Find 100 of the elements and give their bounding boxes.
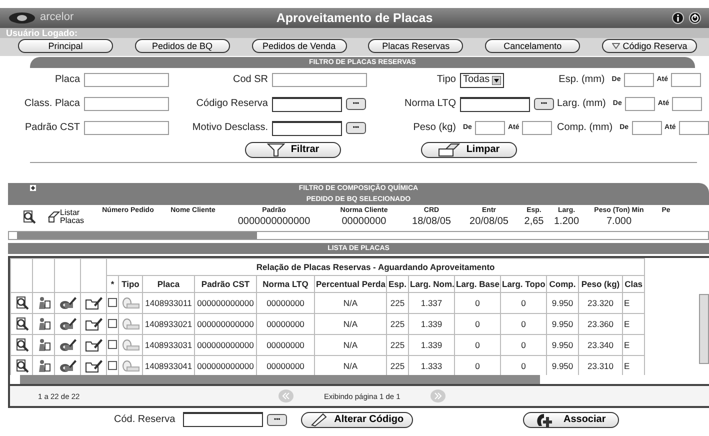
field-label: Tipo [436, 74, 457, 86]
field-label: Peso (kg) [412, 122, 457, 134]
nav-button[interactable]: Pedidos de BQ [134, 39, 230, 53]
action-button[interactable]: Alterar Código [301, 412, 413, 428]
figures-icon[interactable] [36, 359, 50, 373]
table-cell: E [624, 360, 630, 371]
input-field[interactable] [460, 96, 530, 112]
table-cell: 00000000 [266, 298, 304, 308]
input-field[interactable] [84, 73, 169, 87]
power-icon[interactable] [689, 12, 701, 24]
action-button[interactable]: Limpar [421, 142, 517, 158]
table-cell: 1.200 [554, 216, 580, 227]
column-header: Norma LTQ [262, 278, 308, 289]
checkbox[interactable] [108, 340, 117, 349]
figures-icon[interactable] [36, 317, 50, 331]
table-cell: 00000000 [266, 360, 304, 371]
input-field[interactable] [272, 120, 342, 136]
column-header: Comp. [549, 278, 576, 289]
input-field[interactable] [84, 121, 169, 135]
column-header: Larg. Topo [502, 278, 546, 289]
action-button[interactable]: Associar [522, 412, 619, 428]
column-header: Esp. [388, 278, 406, 289]
field-label: Larg. (mm) [557, 98, 607, 110]
input-field[interactable] [474, 121, 505, 135]
input-field[interactable] [522, 121, 552, 135]
table-cell: 0 [475, 318, 480, 329]
input-field[interactable] [84, 97, 169, 111]
checkbox[interactable] [108, 298, 117, 307]
table-cell: 00000000 [342, 216, 386, 227]
table-cell: 20/08/05 [470, 216, 508, 227]
select-field[interactable]: Todas [460, 72, 504, 88]
field-label: Placa [54, 74, 81, 86]
table-cell: 9.950 [552, 340, 574, 350]
coil-pencil-icon[interactable] [58, 338, 76, 352]
input-field[interactable] [672, 97, 702, 111]
table-cell: 0 [475, 298, 480, 308]
nav-button[interactable]: Placas Reservas [368, 39, 464, 53]
coil-pencil-icon[interactable] [58, 359, 76, 373]
field-label: Cod SR [232, 74, 269, 86]
coil-pencil-icon[interactable] [58, 317, 76, 331]
expand-icon[interactable] [30, 185, 36, 191]
nav-button[interactable]: Cancelamento [485, 39, 580, 53]
coil-icon [122, 318, 140, 330]
search-icon[interactable] [14, 338, 28, 352]
table-cell: 1408933011 [145, 298, 192, 308]
table-cell: 1.333 [420, 360, 442, 371]
figures-icon[interactable] [36, 296, 50, 310]
table-cell: 1.339 [420, 340, 442, 350]
input-field[interactable] [632, 121, 662, 135]
column-header: * [110, 278, 114, 289]
input-field[interactable] [624, 73, 654, 87]
table-cell: 00000000 [266, 340, 304, 350]
input-field[interactable] [678, 121, 709, 135]
table-cell: 0 [521, 360, 526, 371]
input-field[interactable] [624, 97, 655, 111]
table-cell: 000000000000 [197, 340, 254, 350]
table-cell: 23.320 [588, 298, 614, 308]
pencil-icon [310, 412, 328, 426]
table-cell: 9.950 [552, 360, 574, 371]
logo-icon [8, 12, 36, 24]
folder-pencil-icon[interactable] [84, 338, 102, 352]
column-header: Larg. Nom. [410, 278, 454, 289]
checkbox[interactable] [108, 318, 117, 328]
search-icon[interactable] [14, 359, 28, 373]
input-field[interactable] [272, 96, 342, 112]
search-icon[interactable] [14, 296, 28, 310]
nav-button[interactable]: Pedidos de Venda [252, 39, 347, 53]
folder-pencil-icon[interactable] [84, 359, 102, 373]
scrollbar[interactable] [699, 294, 709, 364]
column-header: Clas [624, 278, 643, 289]
table-cell: 1.339 [420, 318, 442, 329]
caret-icon [612, 43, 620, 49]
scrollbar[interactable] [8, 231, 709, 240]
info-icon[interactable] [672, 12, 684, 24]
coil-pencil-icon[interactable] [58, 296, 76, 310]
search-icon[interactable] [22, 210, 36, 224]
input-field[interactable] [671, 73, 701, 87]
table-cell: 0000000000000 [238, 216, 310, 227]
table-cell: 000000000000 [197, 298, 254, 308]
table-cell: 000000000000 [197, 318, 254, 329]
search-icon[interactable] [14, 317, 28, 331]
action-button[interactable]: Filtrar [245, 142, 341, 158]
figures-icon[interactable] [36, 338, 50, 352]
list-button[interactable]: Listar Placas [48, 209, 84, 225]
column-header: Tipo [122, 278, 140, 289]
table-cell: 0 [521, 340, 526, 350]
input-field[interactable] [272, 73, 367, 87]
table-cell: N/A [343, 298, 358, 308]
input-field[interactable] [183, 412, 264, 427]
checkbox[interactable] [108, 360, 117, 370]
table-cell: 225 [390, 318, 405, 329]
folder-pencil-icon[interactable] [84, 296, 102, 310]
eraser-icon [438, 143, 460, 157]
field-label: Comp. (mm) [557, 122, 614, 134]
folder-pencil-icon[interactable] [84, 317, 102, 331]
logo-text: arcelor [40, 11, 74, 25]
table-caption: Relação de Placas Reservas - Aguardando Aproveitamento [256, 262, 495, 272]
table-cell: 225 [390, 340, 405, 350]
nav-button[interactable]: Principal [18, 39, 113, 53]
nav-button[interactable]: Código Reserva [602, 39, 697, 53]
